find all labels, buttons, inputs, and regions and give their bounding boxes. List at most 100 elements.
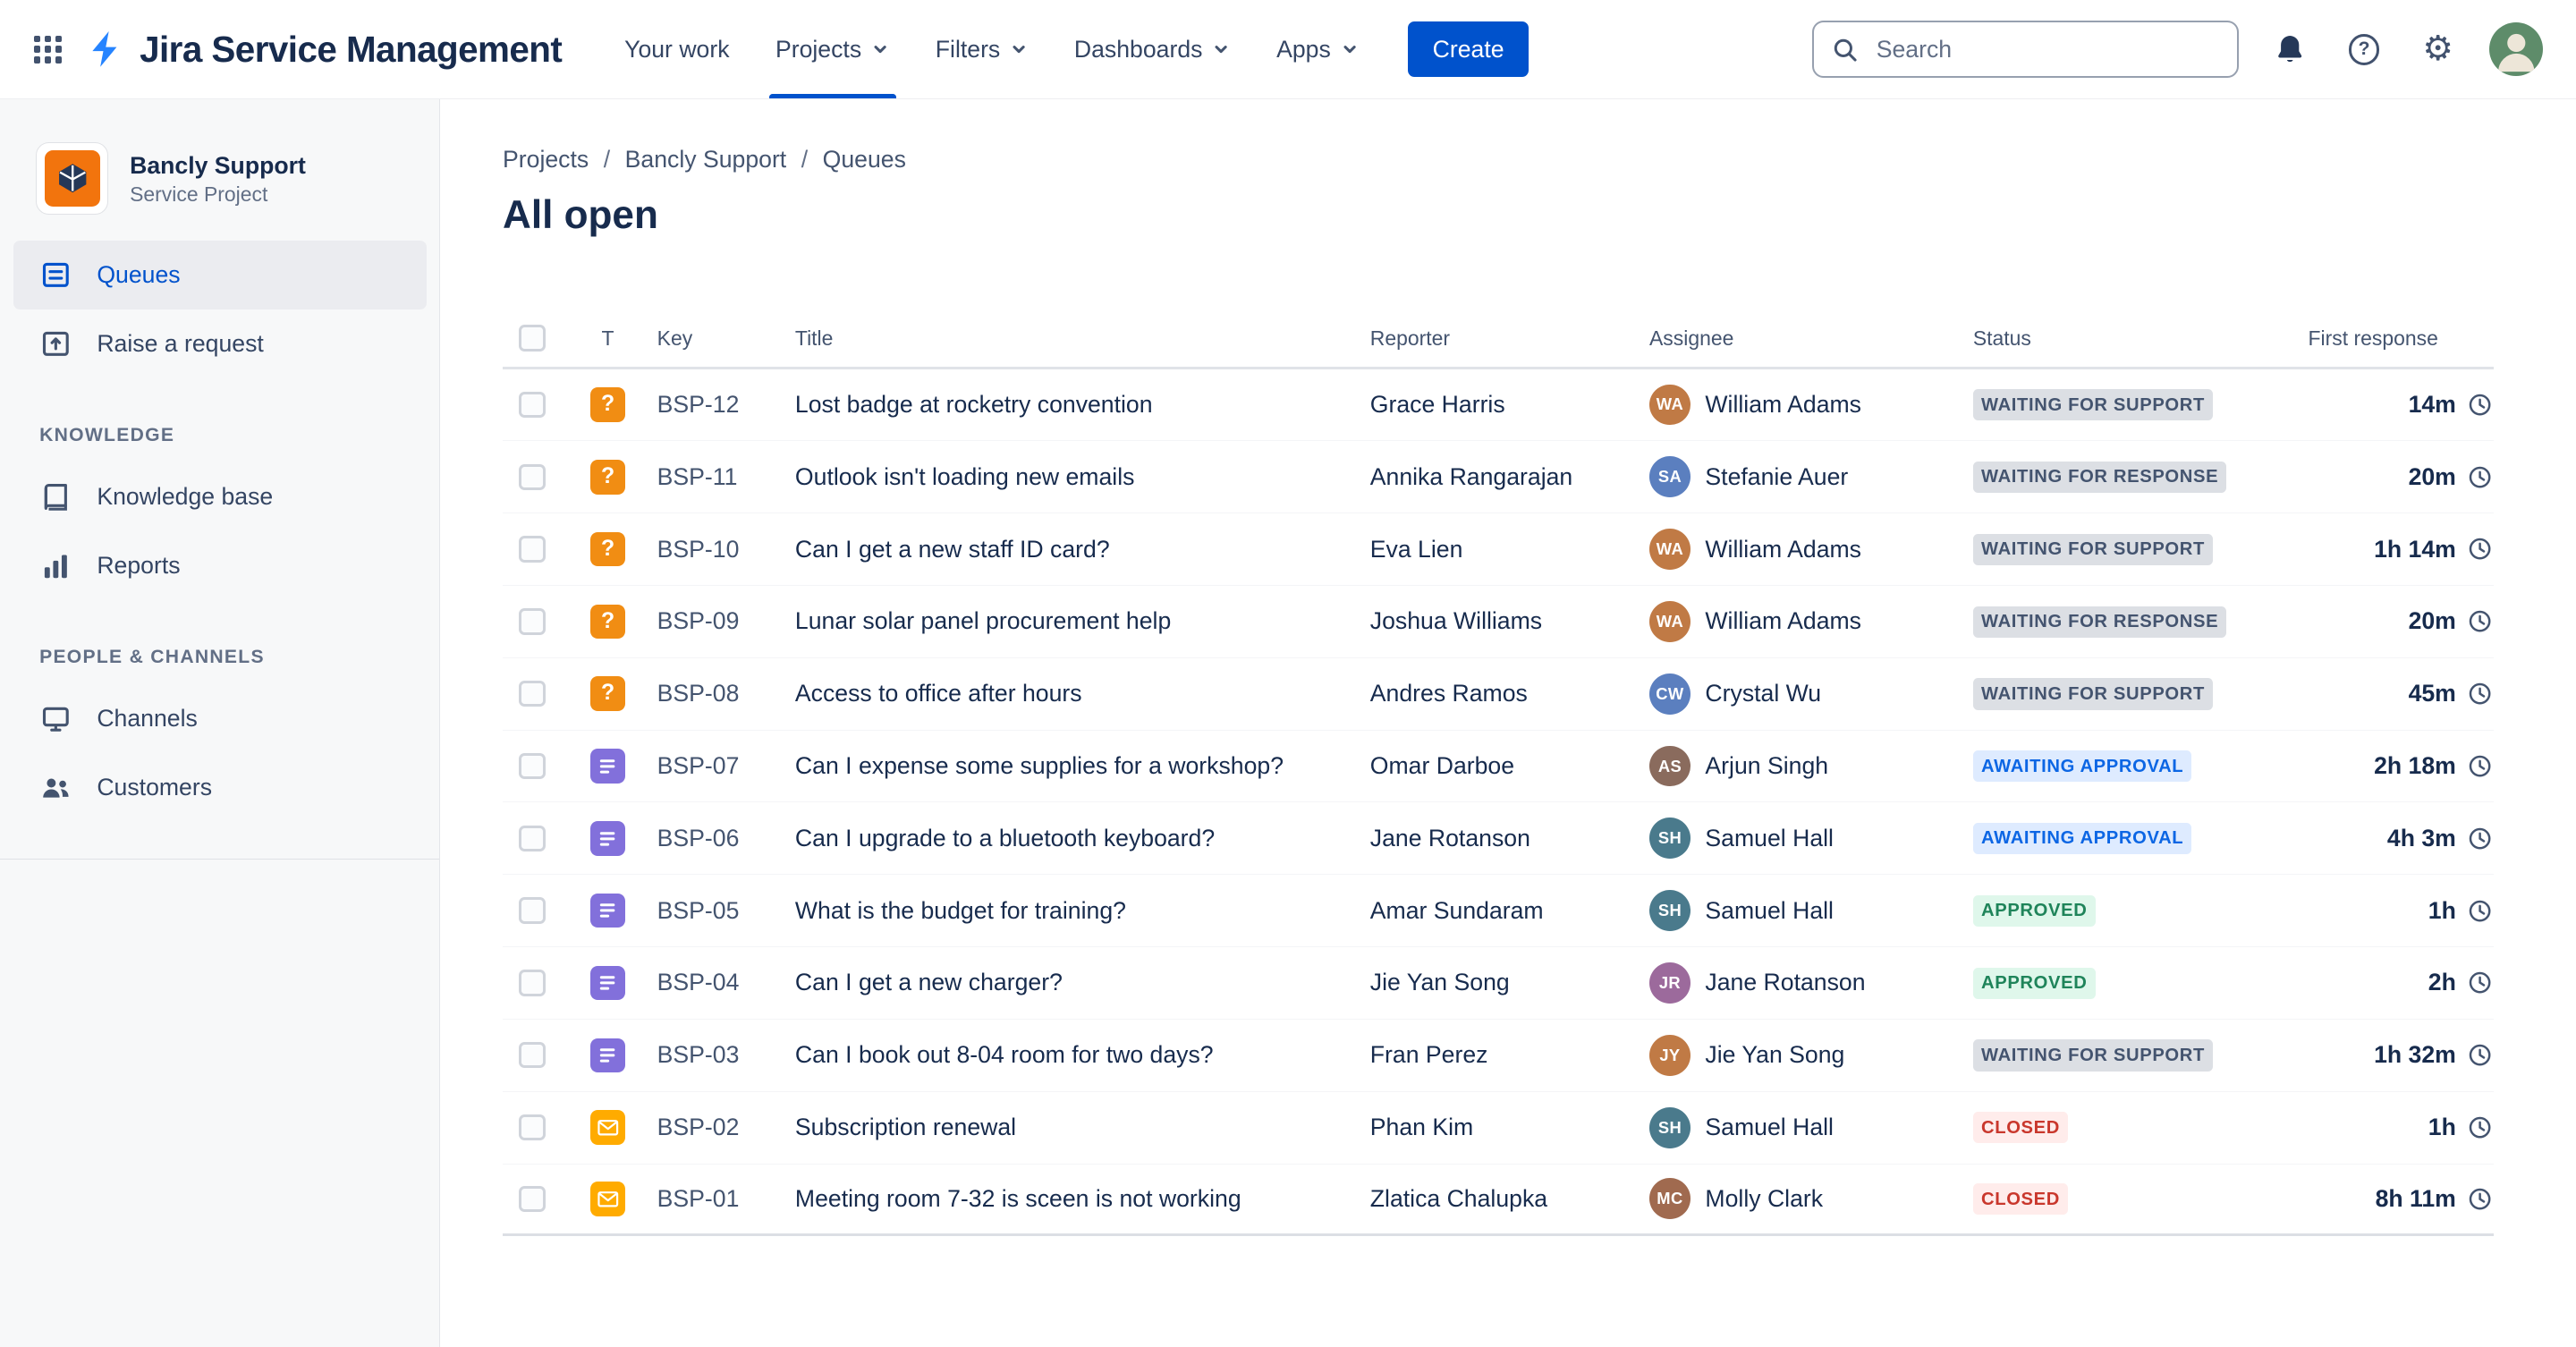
clock-icon	[2466, 463, 2494, 491]
row-checkbox[interactable]	[519, 1185, 546, 1213]
reporter-name: Grace Harris	[1369, 390, 1505, 418]
issue-title[interactable]: Subscription renewal	[779, 1114, 1354, 1141]
project-sidebar: Bancly Support Service Project Queues Ra…	[0, 99, 441, 1347]
table-row[interactable]: BSP-07 Can I expense some supplies for a…	[503, 731, 2495, 803]
row-checkbox[interactable]	[519, 1114, 546, 1141]
create-button[interactable]: Create	[1408, 21, 1530, 78]
issue-title[interactable]: Can I get a new charger?	[779, 969, 1354, 996]
breadcrumb-projects[interactable]: Projects	[503, 146, 589, 174]
issue-key[interactable]: BSP-05	[640, 897, 778, 925]
issue-key[interactable]: BSP-06	[640, 825, 778, 852]
notifications-button[interactable]	[2267, 26, 2313, 72]
table-row[interactable]: ? BSP-11 Outlook isn't loading new email…	[503, 441, 2495, 514]
profile-avatar[interactable]	[2488, 21, 2544, 77]
issue-title[interactable]: Can I get a new staff ID card?	[779, 536, 1354, 563]
clock-icon	[2466, 825, 2494, 852]
issue-title[interactable]: Can I expense some supplies for a worksh…	[779, 752, 1354, 780]
table-row[interactable]: BSP-01 Meeting room 7-32 is sceen is not…	[503, 1165, 2495, 1237]
issue-key[interactable]: BSP-03	[640, 1041, 778, 1069]
breadcrumb-project[interactable]: Bancly Support	[625, 146, 787, 174]
nav-filters[interactable]: Filters	[916, 0, 1048, 98]
sidebar-item-queues[interactable]: Queues	[13, 241, 427, 310]
assignee-avatar: CW	[1649, 673, 1690, 715]
issue-key[interactable]: BSP-09	[640, 607, 778, 635]
issue-title[interactable]: Access to office after hours	[779, 680, 1354, 707]
issue-key[interactable]: BSP-10	[640, 536, 778, 563]
select-all-checkbox[interactable]	[519, 325, 546, 352]
nav-dashboards[interactable]: Dashboards	[1055, 0, 1250, 98]
status-badge: WAITING FOR SUPPORT	[1972, 533, 2214, 565]
question-request-type-icon: ?	[590, 604, 625, 640]
row-checkbox[interactable]	[519, 825, 546, 852]
product-logo[interactable]: Jira Service Management	[85, 28, 563, 71]
table-row[interactable]: ? BSP-08 Access to office after hours An…	[503, 658, 2495, 731]
issue-key[interactable]: BSP-02	[640, 1114, 778, 1141]
first-response-time: 4h 3m	[2386, 824, 2456, 851]
breadcrumb-queues[interactable]: Queues	[823, 146, 906, 174]
nav-projects[interactable]: Projects	[756, 0, 909, 99]
clock-icon	[2466, 969, 2494, 996]
request-request-type-icon	[590, 821, 625, 856]
issue-key[interactable]: BSP-01	[640, 1185, 778, 1213]
sidebar-item-channels[interactable]: Channels	[13, 684, 427, 753]
first-response-time: 45m	[2408, 680, 2456, 707]
issue-key[interactable]: BSP-04	[640, 969, 778, 996]
issue-title[interactable]: Lunar solar panel procurement help	[779, 607, 1354, 635]
sidebar-item-reports[interactable]: Reports	[13, 531, 427, 600]
row-checkbox[interactable]	[519, 536, 546, 563]
first-response-time: 20m	[2408, 607, 2456, 635]
queues-icon	[39, 258, 72, 292]
table-row[interactable]: BSP-03 Can I book out 8-04 room for two …	[503, 1020, 2495, 1092]
primary-nav: Your work Projects Filters Dashboards Ap…	[605, 0, 1378, 99]
help-button[interactable]: ?	[2341, 26, 2386, 72]
issue-key[interactable]: BSP-12	[640, 391, 778, 419]
sidebar-item-customers[interactable]: Customers	[13, 753, 427, 822]
reporter-name: Jie Yan Song	[1369, 969, 1510, 996]
app-switcher-button[interactable]	[23, 25, 72, 74]
reporter-name: Phan Kim	[1369, 1114, 1474, 1141]
row-checkbox[interactable]	[519, 897, 546, 924]
table-row[interactable]: BSP-02 Subscription renewal Phan Kim SH …	[503, 1092, 2495, 1165]
question-request-type-icon: ?	[590, 676, 625, 711]
project-type: Service Project	[130, 182, 268, 207]
table-row[interactable]: BSP-06 Can I upgrade to a bluetooth keyb…	[503, 802, 2495, 876]
row-checkbox[interactable]	[519, 752, 546, 780]
row-checkbox[interactable]	[519, 681, 546, 707]
issue-title[interactable]: Lost badge at rocketry convention	[779, 391, 1354, 419]
issue-title[interactable]: Can I book out 8-04 room for two days?	[779, 1041, 1354, 1069]
row-checkbox[interactable]	[519, 463, 546, 490]
topbar-right-cluster: ? ⚙	[1811, 20, 2544, 79]
request-request-type-icon	[590, 749, 625, 784]
issue-key[interactable]: BSP-08	[640, 680, 778, 707]
row-checkbox[interactable]	[519, 970, 546, 996]
search-input[interactable]	[1873, 33, 2222, 65]
status-badge: APPROVED	[1972, 894, 2096, 928]
assignee-name: William Adams	[1705, 535, 1861, 563]
settings-button[interactable]: ⚙	[2415, 26, 2461, 72]
issue-title[interactable]: Can I upgrade to a bluetooth keyboard?	[779, 825, 1354, 852]
table-row[interactable]: ? BSP-09 Lunar solar panel procurement h…	[503, 586, 2495, 658]
table-row[interactable]: BSP-04 Can I get a new charger? Jie Yan …	[503, 947, 2495, 1020]
row-checkbox[interactable]	[519, 608, 546, 635]
sidebar-item-raise-a-request[interactable]: Raise a request	[13, 309, 427, 378]
global-search[interactable]	[1811, 20, 2240, 79]
nav-your-work[interactable]: Your work	[605, 0, 749, 98]
reporter-name: Fran Perez	[1369, 1041, 1488, 1069]
issue-title[interactable]: What is the budget for training?	[779, 897, 1354, 925]
row-checkbox[interactable]	[519, 391, 546, 419]
assignee-avatar: AS	[1649, 745, 1690, 787]
issue-title[interactable]: Outlook isn't loading new emails	[779, 463, 1354, 491]
sidebar-item-label: Queues	[97, 261, 181, 289]
table-row[interactable]: ? BSP-10 Can I get a new staff ID card? …	[503, 513, 2495, 586]
issue-key[interactable]: BSP-11	[640, 463, 778, 491]
table-row[interactable]: BSP-05 What is the budget for training? …	[503, 875, 2495, 948]
table-row[interactable]: ? BSP-12 Lost badge at rocketry conventi…	[503, 369, 2495, 442]
row-checkbox[interactable]	[519, 1042, 546, 1069]
nav-apps[interactable]: Apps	[1257, 0, 1378, 98]
page-title: All open	[503, 192, 658, 237]
question-request-type-icon: ?	[590, 387, 625, 422]
issue-title[interactable]: Meeting room 7-32 is sceen is not workin…	[779, 1185, 1354, 1213]
sidebar-item-knowledge-base[interactable]: Knowledge base	[13, 462, 427, 531]
reporter-name: Amar Sundaram	[1369, 896, 1544, 924]
issue-key[interactable]: BSP-07	[640, 752, 778, 780]
